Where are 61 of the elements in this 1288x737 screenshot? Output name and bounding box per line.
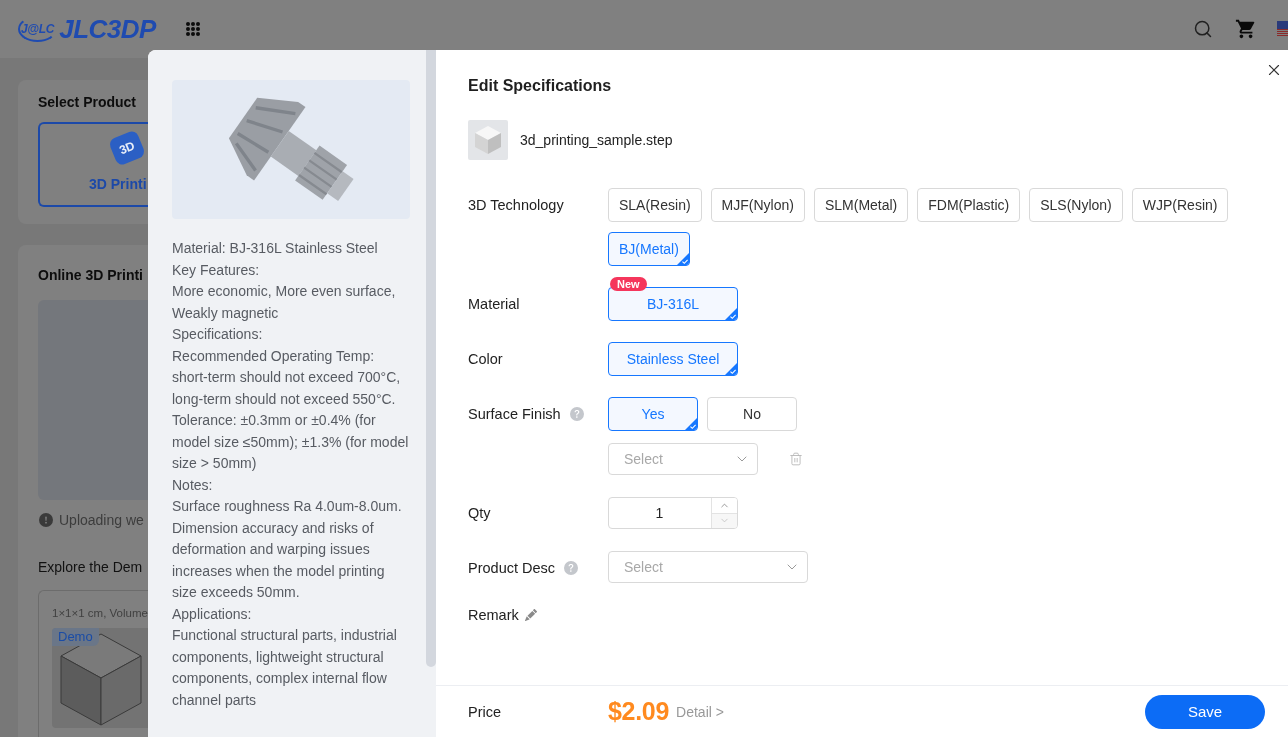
dialog-title: Edit Specifications — [468, 76, 613, 96]
description-text: Specifications: — [172, 325, 264, 344]
demo-card[interactable]: 1×1×1 cm, Volume Demo — [38, 590, 148, 737]
option-button[interactable]: SLA(Resin) — [608, 188, 702, 222]
option-button[interactable]: BJ-316L — [608, 287, 738, 321]
description-text: More economic, More even surface, Weakly magnetic — [172, 282, 397, 323]
trash-icon[interactable] — [789, 452, 803, 466]
description-text: Recommended Operating Temp: short-term should not exceed 700°C, long-term should not exceed 550°C. — [172, 346, 402, 409]
help-icon[interactable] — [569, 407, 584, 421]
field-label: Color — [468, 351, 503, 367]
field-label: Surface Finish — [468, 406, 561, 422]
price-value: $2.09 — [608, 697, 670, 726]
scrollbar-thumb[interactable] — [426, 50, 436, 667]
detail-link[interactable]: Detail > — [676, 703, 724, 720]
alert-icon — [39, 513, 53, 527]
check-icon — [676, 253, 689, 265]
flag-icon[interactable] — [1277, 21, 1288, 37]
option-button[interactable]: SLM(Metal) — [813, 188, 909, 222]
demo-badge: Demo — [52, 628, 99, 646]
check-icon — [685, 418, 697, 430]
description-text: Material: BJ-316L Stainless Steel — [172, 239, 379, 258]
new-badge: New — [610, 277, 647, 291]
option-button[interactable]: Yes — [608, 397, 698, 431]
pencil-icon[interactable] — [524, 609, 537, 621]
section-title: Select Product — [38, 94, 138, 110]
check-icon — [725, 308, 737, 320]
upload-notice: Uploading we — [59, 512, 144, 528]
field-label: Material — [468, 296, 520, 312]
grid-icon[interactable] — [185, 22, 200, 36]
field-label: Remark — [468, 607, 519, 623]
file-name: 3d_printing_sample.step — [520, 132, 673, 148]
option-button[interactable]: SLS(Nylon) — [1029, 188, 1123, 222]
search-icon[interactable] — [1193, 19, 1213, 39]
option-button[interactable]: FDM(Plastic) — [917, 188, 1021, 222]
save-button[interactable]: Save — [1145, 694, 1265, 729]
field-label: Product Desc — [468, 560, 556, 576]
option-button[interactable]: Stainless Steel — [608, 342, 738, 376]
description-text: Applications: — [172, 604, 253, 624]
description-text: Surface roughness Ra 4.0um-8.0um. Dimension accuracy and risks of deformation and warping issues increases when the model printing size exceeds 50mm. — [172, 497, 403, 602]
description-text: Notes: — [172, 475, 214, 495]
select-field[interactable]: Select — [608, 443, 758, 475]
price-label: Price — [468, 703, 503, 720]
description-text: Tolerance: ±0.3mm or ±0.4% (for model size ≤50mm); ±1.3% (for model size > 50mm) — [172, 411, 410, 473]
select-field[interactable]: Select — [608, 551, 808, 583]
description-text: Functional structural parts, industrial components, lightweight structural components, complex internal flow channel parts — [172, 626, 398, 710]
field-label: 3D Technology — [468, 197, 564, 213]
check-icon — [725, 363, 737, 375]
cube-icon — [468, 120, 508, 160]
increment-button[interactable] — [712, 498, 737, 514]
help-icon[interactable] — [564, 561, 579, 575]
demo-heading: Explore the Dem — [38, 559, 144, 575]
option-button[interactable]: No — [707, 397, 797, 431]
field-label: Qty — [468, 505, 491, 521]
section-title: Online 3D Printi — [38, 267, 144, 283]
option-button[interactable]: BJ(Metal) — [608, 232, 690, 266]
option-button[interactable]: WJP(Resin) — [1131, 188, 1229, 222]
upload-dropzone[interactable] — [38, 300, 148, 500]
description-text: Key Features: — [172, 260, 261, 280]
cart-icon[interactable] — [1235, 18, 1257, 40]
option-button[interactable]: MJF(Nylon) — [710, 188, 805, 222]
demo-caption: 1×1×1 cm, Volume — [52, 606, 148, 620]
